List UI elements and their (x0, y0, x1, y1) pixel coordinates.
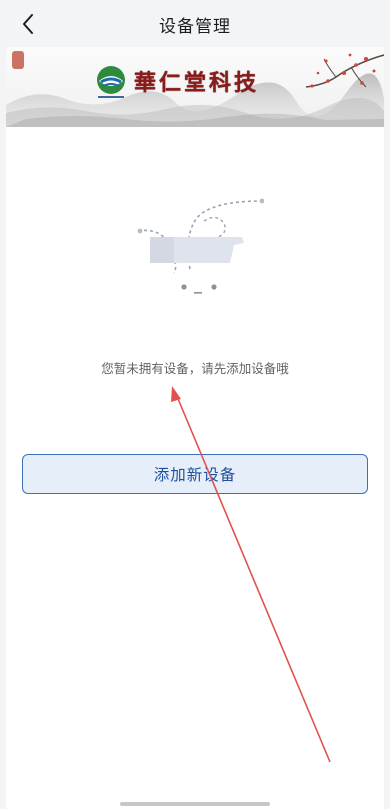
device-management-screen: 设备管理 華仁堂科技 您暂未拥有设备，请先添加设备哦 添加新设备 (0, 0, 390, 809)
top-navigation-bar: 设备管理 (0, 0, 390, 48)
empty-state-message: 您暂未拥有设备，请先添加设备哦 (101, 361, 289, 376)
content-card: 華仁堂科技 您暂未拥有设备，请先添加设备哦 添加新设备 (6, 47, 384, 809)
brand-logo-icon (97, 66, 125, 98)
add-new-device-label: 添加新设备 (153, 466, 237, 484)
brand-banner: 華仁堂科技 (6, 47, 384, 127)
red-seal-stamp (12, 51, 24, 69)
page-title: 设备管理 (159, 17, 231, 37)
home-indicator (120, 802, 270, 806)
empty-box-icon (137, 198, 264, 294)
brand-name: 華仁堂科技 (134, 70, 260, 96)
add-new-device-button[interactable]: 添加新设备 (22, 454, 368, 494)
